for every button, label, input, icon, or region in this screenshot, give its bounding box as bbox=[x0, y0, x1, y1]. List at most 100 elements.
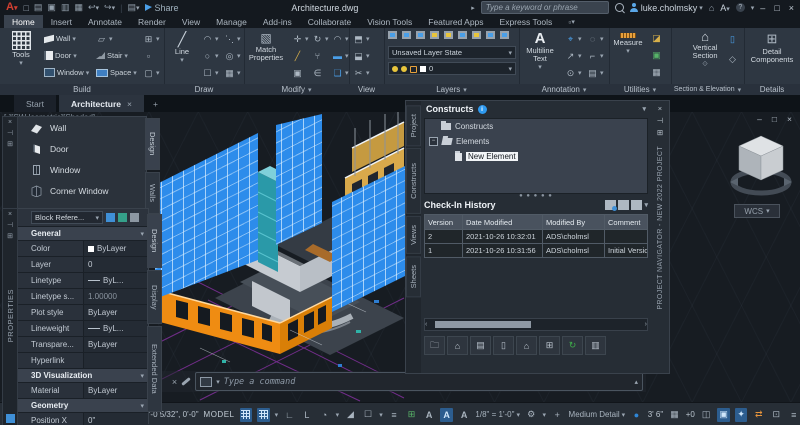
customization-menu-icon[interactable]: ≡ bbox=[788, 408, 800, 422]
annotation-scale-icon[interactable]: A bbox=[458, 408, 471, 422]
chart-icon[interactable]: ▥ bbox=[585, 336, 606, 355]
layer-prev-icon[interactable] bbox=[486, 31, 495, 39]
sheet-icon[interactable]: ▯ bbox=[493, 336, 514, 355]
isodraft-toggle[interactable]: ◢ bbox=[344, 408, 357, 422]
table-button[interactable]: ▤ ▾ bbox=[587, 68, 603, 78]
ortho-toggle[interactable]: L bbox=[301, 408, 314, 422]
tab-addins[interactable]: Add-ins bbox=[255, 15, 300, 28]
add-category-icon[interactable]: 🗀 bbox=[424, 336, 445, 355]
detail-components-button[interactable]: ⊞ Detail Components bbox=[750, 31, 794, 64]
tab-express-tools[interactable]: Express Tools bbox=[492, 15, 561, 28]
compare-icon[interactable] bbox=[618, 200, 630, 210]
current-layer-dropdown[interactable]: 0 ▾ bbox=[388, 62, 516, 75]
layer-freeze-icon[interactable] bbox=[430, 31, 439, 39]
leader-button[interactable]: ↗ ▾ bbox=[565, 51, 582, 61]
vertical-section-button[interactable]: ⌂ Vertical Section ⟐ bbox=[685, 30, 725, 69]
array-button[interactable]: ❏ ▾ bbox=[332, 68, 348, 78]
navigator-tab-sheets[interactable]: Sheets bbox=[406, 256, 421, 298]
new-icon[interactable]: □ bbox=[23, 3, 28, 13]
collapse-icon[interactable]: − bbox=[429, 137, 438, 146]
tab-annotate[interactable]: Annotate bbox=[80, 15, 130, 28]
tab-home[interactable]: Home bbox=[4, 15, 43, 28]
minimize-button[interactable]: – bbox=[760, 3, 765, 13]
tool-door[interactable]: Door bbox=[17, 138, 146, 159]
layer-thaw-icon[interactable] bbox=[401, 65, 407, 72]
properties-menu-icon[interactable]: ⊞ bbox=[7, 232, 13, 240]
properties-palette-icon[interactable] bbox=[5, 414, 15, 423]
tree-item-new-element[interactable]: New Element bbox=[425, 149, 647, 164]
workspace-icon[interactable]: ▤▾ bbox=[127, 2, 139, 13]
space-button[interactable]: Space ▾ bbox=[96, 68, 137, 77]
infer-constraints-toggle[interactable]: ∟ bbox=[283, 408, 296, 422]
autoscale-toggle[interactable]: A bbox=[440, 407, 453, 422]
navigator-tab-project[interactable]: Project bbox=[406, 105, 421, 147]
properties-tab-extended-data[interactable]: Extended Data bbox=[147, 326, 162, 412]
saveas-icon[interactable]: ▥ bbox=[61, 2, 70, 13]
grid-assembly-button[interactable]: ⊞ ▾ bbox=[143, 34, 160, 44]
drawing-minimize-icon[interactable]: – bbox=[757, 114, 762, 124]
roof-slab-button[interactable]: ▱ ▾ bbox=[96, 34, 112, 44]
recent-commands-icon[interactable] bbox=[200, 376, 213, 387]
tab-start[interactable]: Start bbox=[14, 95, 56, 112]
layer-state-icon[interactable] bbox=[500, 31, 509, 39]
osnap-toggle[interactable]: ☐ bbox=[362, 408, 375, 422]
tree-item-constructs[interactable]: Constructs bbox=[425, 119, 647, 134]
search-input[interactable]: Type a keyword or phrase bbox=[480, 1, 609, 14]
annotation-visibility-toggle[interactable]: A bbox=[423, 408, 436, 422]
quick-properties-icon[interactable]: ◫ bbox=[700, 408, 713, 422]
section-geometry[interactable]: Geometry ▾ bbox=[17, 398, 148, 412]
graphics-performance-toggle[interactable]: ✦ bbox=[734, 407, 748, 422]
add-construct-icon[interactable]: ⌂ bbox=[447, 336, 468, 355]
workspace-switching-icon[interactable]: ⚙ bbox=[525, 408, 538, 422]
account-menu[interactable]: luke.cholmsky ▾ bbox=[630, 3, 703, 13]
tab-insert[interactable]: Insert bbox=[43, 15, 80, 28]
splitter-handle[interactable]: ● ● ● ● ● bbox=[421, 193, 651, 199]
solid-button[interactable]: ▢ ▾ bbox=[143, 68, 159, 78]
clean-screen-icon[interactable]: ⊡ bbox=[770, 408, 783, 422]
prop-row-position-x[interactable]: Position X 0" bbox=[17, 412, 148, 425]
scroll-right-icon[interactable]: › bbox=[645, 321, 647, 328]
tool-wall[interactable]: Wall bbox=[17, 117, 146, 138]
box-button[interactable]: ▫ bbox=[143, 51, 154, 61]
layer-unlock-icon[interactable] bbox=[410, 66, 417, 73]
elevation-height[interactable]: 3' 6" bbox=[648, 410, 664, 419]
hatch-button[interactable]: ▦ ▾ bbox=[224, 68, 240, 78]
properties-autohide-icon[interactable]: ⊣ bbox=[7, 221, 13, 229]
prop-row-hyperlink[interactable]: Hyperlink bbox=[17, 352, 148, 368]
sync-version-icon[interactable] bbox=[605, 200, 618, 211]
tool-window[interactable]: Window bbox=[17, 159, 146, 180]
tab-architecture[interactable]: Architecture × bbox=[58, 95, 144, 112]
constructs-menu-icon[interactable]: ▾ bbox=[642, 105, 646, 113]
multiline-text-button[interactable]: A Multiline Text ▾ bbox=[521, 31, 559, 72]
navigator-close-icon[interactable]: × bbox=[658, 104, 662, 113]
scroll-left-icon[interactable]: ‹ bbox=[425, 321, 427, 328]
new-drawing-tab-button[interactable]: + bbox=[147, 95, 164, 112]
explode-button[interactable]: ▣ bbox=[292, 68, 303, 78]
redo-icon[interactable]: ↪▾ bbox=[104, 2, 115, 13]
layer-off-icon[interactable] bbox=[402, 31, 411, 39]
grid-toggle[interactable] bbox=[239, 407, 253, 422]
tab-manage[interactable]: Manage bbox=[208, 15, 255, 28]
section-general[interactable]: General ▾ bbox=[17, 226, 148, 240]
tab-collaborate[interactable]: Collaborate bbox=[300, 15, 359, 28]
add-element-icon[interactable]: ▤ bbox=[470, 336, 491, 355]
rectangle-button[interactable]: ☐ ▾ bbox=[202, 68, 218, 78]
toggle-pickadd-icon[interactable] bbox=[130, 213, 139, 222]
tool-corner-window[interactable]: Corner Window bbox=[17, 180, 146, 201]
rotate-button[interactable]: ↻ ▾ bbox=[312, 34, 329, 44]
circle-button[interactable]: ○ ▾ bbox=[202, 51, 219, 61]
palette-tab-design[interactable]: Design bbox=[145, 118, 160, 170]
prop-row-color[interactable]: Color ByLayer bbox=[17, 240, 148, 256]
tab-vision-tools[interactable]: Vision Tools bbox=[359, 15, 420, 28]
move-button[interactable]: ✛ ▾ bbox=[292, 34, 309, 44]
tab-render[interactable]: Render bbox=[130, 15, 174, 28]
horizontal-scrollbar[interactable]: ‹ › bbox=[424, 318, 648, 331]
palette-properties-icon[interactable]: ⊞ bbox=[7, 140, 13, 148]
elevation-button[interactable]: ▯ bbox=[727, 34, 738, 44]
tab-featured-apps[interactable]: Featured Apps bbox=[420, 15, 491, 28]
cmd-customize-icon[interactable] bbox=[181, 377, 191, 386]
snap-toggle[interactable] bbox=[257, 407, 270, 422]
paint-button[interactable]: ◪ bbox=[651, 33, 662, 43]
erase-button[interactable]: ╱ bbox=[292, 51, 303, 61]
search-icon[interactable] bbox=[614, 3, 624, 12]
